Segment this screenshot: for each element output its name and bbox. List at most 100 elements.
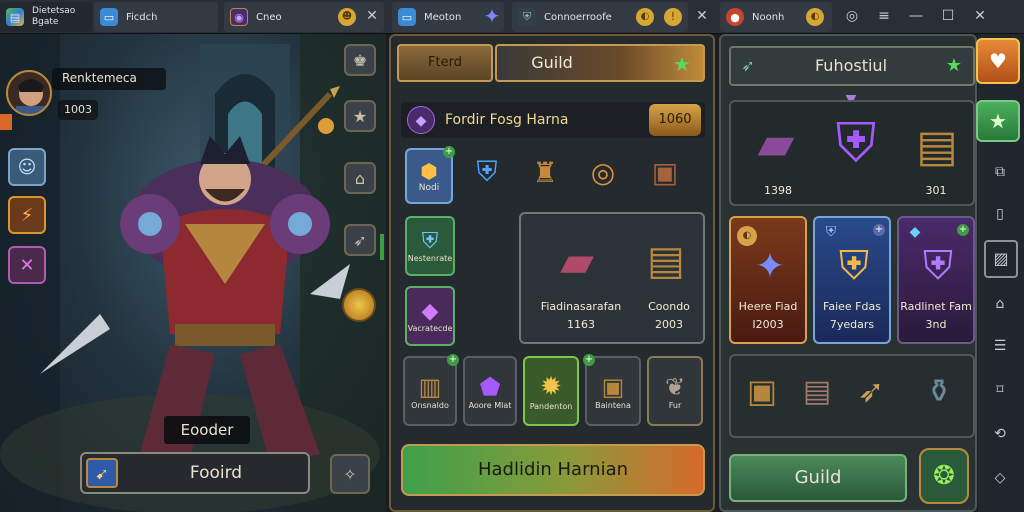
- fuhostiul-panel: ➶ Fuhostiul ★ ▼ ▰ ⛨ ▤ 1398 301 ◐ ✦ Heere…: [719, 34, 977, 512]
- coin-icon: ☻: [338, 8, 356, 26]
- tab-connoerroofe[interactable]: ⛨ Connoerroofe ◐ !: [512, 2, 688, 32]
- green-star-icon[interactable]: ★: [941, 52, 967, 80]
- item-nestenrate[interactable]: ⛨ Nestenrate: [405, 216, 455, 276]
- green-star-icon[interactable]: ★: [669, 51, 695, 77]
- close-tab-icon[interactable]: ✕: [692, 6, 712, 26]
- notes-icon[interactable]: ☰: [990, 336, 1010, 356]
- reward-right-value: 301: [925, 184, 947, 197]
- rank-badge-icon: [0, 114, 12, 130]
- loot-chest-icon[interactable]: ▣: [737, 366, 787, 416]
- item-label: Onsnaldo: [411, 400, 449, 410]
- item-aoore-mlat[interactable]: ⬟ Aoore Mlat: [463, 356, 517, 426]
- loot-flask-icon[interactable]: ⚱: [909, 366, 969, 416]
- card-radlinet-fam[interactable]: ◆ + ⛨ Radlinet Fam 3nd: [897, 216, 975, 344]
- home-icon[interactable]: ⌂: [344, 162, 376, 194]
- skill-portrait-icon[interactable]: ☺: [8, 148, 46, 186]
- tab-noonh[interactable]: ● Noonh ◐: [720, 2, 832, 32]
- ancient-tome-icon[interactable]: ▤: [907, 116, 967, 176]
- bookmark-icon[interactable]: ⌑: [990, 380, 1010, 400]
- shield-badge-icon[interactable]: ♥: [976, 38, 1020, 84]
- scroll-icon[interactable]: ◎: [581, 150, 625, 194]
- hero-avatar[interactable]: [6, 70, 52, 116]
- magic-wand-icon[interactable]: ✧: [330, 454, 370, 494]
- image-icon[interactable]: ▨: [984, 240, 1018, 278]
- blue-shield-icon[interactable]: ⛨: [465, 150, 509, 194]
- menu-icon[interactable]: ≡: [874, 6, 894, 26]
- hadlidin-harnian-button[interactable]: Hadlidin Harnian: [401, 444, 705, 496]
- hero-panel: Renktemeca 1003 ☺ ⚡ ✕ ♚ ★ ⌂ ➶ Eooder ➹ F…: [0, 34, 386, 512]
- swords-skill-icon[interactable]: ✕: [8, 246, 46, 284]
- tab-cneo[interactable]: ◉ Cneo ☻: [224, 2, 384, 32]
- featured-big-name: Fiadinasarafan: [540, 300, 622, 313]
- item-fur[interactable]: ❦ Fur: [647, 356, 703, 426]
- add-icon[interactable]: +: [583, 354, 595, 366]
- fuhostiul-header: ➶ Fuhostiul ★: [729, 46, 975, 86]
- guild-title-bar: Guild ★: [495, 44, 705, 82]
- location-icon[interactable]: ◇: [990, 468, 1010, 488]
- item-label: Nodi: [418, 183, 440, 193]
- add-icon[interactable]: +: [443, 146, 455, 158]
- section-count: 1060: [649, 104, 701, 136]
- tab-app-home[interactable]: ▤ Dietetsao Bgate: [0, 2, 92, 32]
- document-icon[interactable]: ▯: [990, 204, 1010, 224]
- hero-action-bar[interactable]: ➹ Fooird: [80, 452, 310, 494]
- card-faiee-fdas[interactable]: ⛨ + ⛨ Faiee Fdas 7yedars: [813, 216, 891, 344]
- loot-wand-icon[interactable]: ➶: [843, 366, 899, 416]
- sword-icon[interactable]: ➶: [735, 52, 761, 80]
- record-icon: ●: [726, 8, 744, 26]
- item-pandenton[interactable]: ✹ Pandenton: [523, 356, 579, 426]
- star-icon[interactable]: ★: [344, 100, 376, 132]
- burst-icon: ✹: [540, 371, 562, 402]
- item-label: Pandenton: [529, 401, 573, 411]
- amethyst-crest-icon: ⛨: [923, 243, 953, 289]
- close-tab-icon[interactable]: ✕: [362, 6, 382, 26]
- claw-skill-icon[interactable]: ⚡: [8, 196, 46, 234]
- add-icon: +: [873, 224, 885, 236]
- add-icon: +: [957, 224, 969, 236]
- card-heere-fiad[interactable]: ◐ ✦ Heere Fiad I2003: [729, 216, 807, 344]
- purple-book-icon[interactable]: ▰: [745, 112, 807, 174]
- amethyst-shield-icon[interactable]: ⛨: [821, 108, 891, 178]
- loot-box-icon[interactable]: ▤: [795, 368, 839, 414]
- item-vacratecde[interactable]: ◆ Vacratecde: [405, 286, 455, 346]
- spellbook-icon[interactable]: ▰: [535, 230, 619, 292]
- rotate-icon[interactable]: ⟲: [990, 424, 1010, 444]
- card-name: Radlinet Fam: [900, 300, 972, 313]
- chest-icon: ▣: [601, 372, 625, 401]
- crown-icon[interactable]: ♚: [344, 44, 376, 76]
- scroll-indicator[interactable]: [380, 234, 384, 260]
- chalice-icon[interactable]: ♜: [523, 150, 567, 194]
- close-window-icon[interactable]: ✕: [970, 6, 990, 26]
- item-baintena[interactable]: ▣ Baintena +: [583, 354, 641, 426]
- card-value: I2003: [752, 318, 784, 331]
- featured-small-name: Coondo: [648, 300, 690, 313]
- maximize-icon[interactable]: ☐: [938, 6, 958, 26]
- tab-fterd[interactable]: Fterd: [397, 44, 493, 82]
- feather-icon: ❦: [664, 372, 686, 401]
- copy-icon[interactable]: ⧉: [990, 162, 1010, 182]
- app-stack-icon: ▤: [6, 8, 24, 26]
- fuhostiul-title: Fuhostiul: [814, 56, 888, 75]
- tab-ficdch[interactable]: ▭ Ficdch: [94, 2, 218, 32]
- item-onsnaldo[interactable]: ▥ Onsnaldo +: [403, 354, 459, 426]
- settings-ring-icon[interactable]: ◎: [842, 6, 862, 26]
- item-nodi[interactable]: ⬢ Nodi +: [405, 146, 455, 204]
- sapphire-shield-icon: ⛨: [839, 243, 869, 289]
- crystal-icon: ⬟: [479, 372, 501, 401]
- featured-small-value: 2003: [655, 318, 683, 331]
- weapon-icon[interactable]: ➶: [344, 224, 376, 256]
- gold-orb-icon[interactable]: [342, 288, 376, 322]
- featured-items-box: ▰ ▤ Fiadinasarafan 1163 Coondo 2003: [519, 212, 705, 344]
- add-icon[interactable]: +: [447, 354, 459, 366]
- guild-emblem-icon[interactable]: ❂: [919, 448, 969, 504]
- home-icon[interactable]: ⌂: [990, 294, 1010, 314]
- arcane-blade-icon: ✦: [754, 245, 786, 287]
- green-star-icon[interactable]: ★: [976, 100, 1020, 142]
- card-name: Heere Fiad: [738, 300, 798, 313]
- tab-title: Dietetsao: [32, 6, 76, 16]
- tome-icon[interactable]: ▤: [639, 234, 693, 288]
- compass-star-icon[interactable]: ✦: [480, 4, 504, 28]
- guild-button[interactable]: Guild: [729, 454, 907, 502]
- minimize-icon[interactable]: —: [906, 6, 926, 26]
- chest-icon[interactable]: ▣: [641, 150, 689, 194]
